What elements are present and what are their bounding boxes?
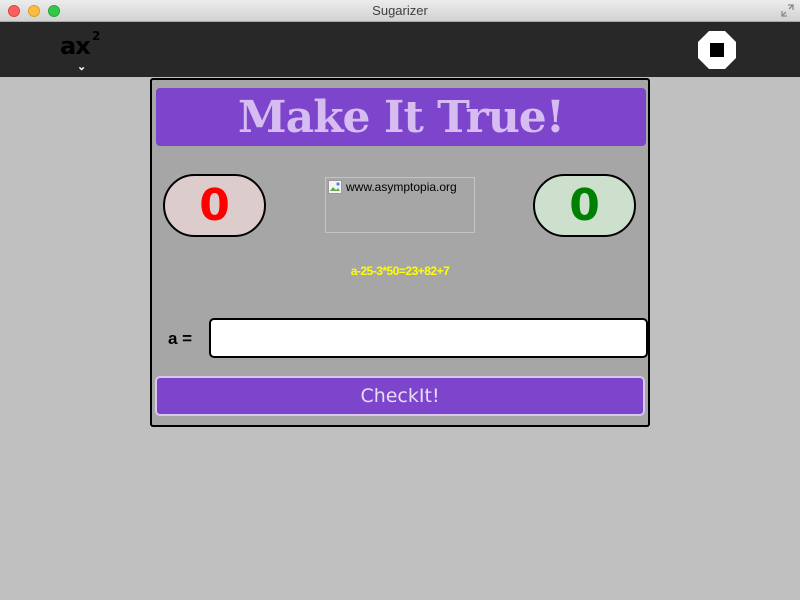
answer-input[interactable] <box>209 318 648 358</box>
check-button[interactable]: CheckIt! <box>155 376 645 416</box>
chevron-down-icon: ⌄ <box>77 61 87 73</box>
superscript-icon: 2 <box>92 29 101 43</box>
math-ax2-icon: ax <box>60 32 91 60</box>
score-right: 0 <box>533 174 636 237</box>
variable-label: a = <box>168 329 193 348</box>
fullscreen-icon[interactable] <box>781 4 794 17</box>
image-alt-text: www.asymptopia.org <box>346 180 457 194</box>
broken-image-icon <box>328 180 342 194</box>
game-title: Make It True! <box>237 91 565 143</box>
toolbar <box>0 22 800 77</box>
activity-button[interactable]: ax 2 ⌄ <box>60 29 110 73</box>
stop-icon[interactable] <box>697 30 737 70</box>
logo-image: www.asymptopia.org <box>325 177 475 233</box>
window-titlebar: Sugarizer <box>0 0 800 22</box>
equation-text: a-25-3*50=23+82+7 <box>350 264 450 278</box>
window-title: Sugarizer <box>372 3 428 18</box>
title-banner: Make It True! <box>156 88 646 146</box>
score-wrong: 0 <box>163 174 266 237</box>
game-panel: Make It True! 0 www.asymptopia.org 0 a-2… <box>150 78 650 427</box>
